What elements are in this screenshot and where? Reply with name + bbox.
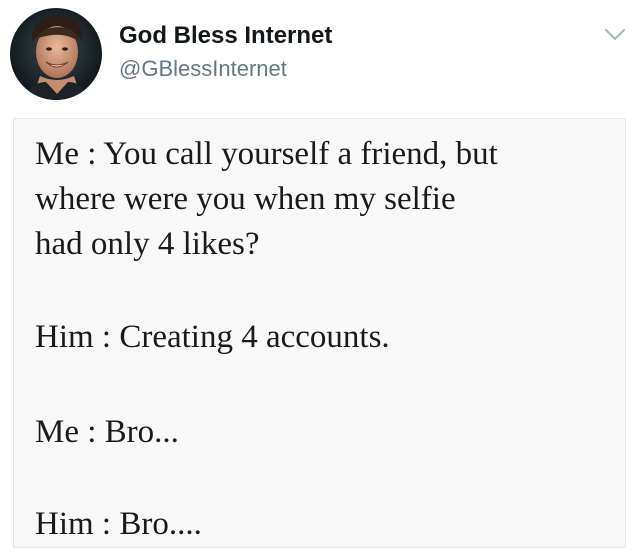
avatar[interactable] — [10, 8, 102, 100]
tweet-line: had only 4 likes? — [35, 226, 260, 262]
chevron-down-icon[interactable] — [604, 27, 626, 43]
tweet-line: Me : You call yourself a friend, but — [35, 136, 498, 172]
tweet-card: God Bless Internet @GBlessInternet Me : … — [0, 0, 640, 559]
tweet-line: where were you when my selfie — [35, 181, 456, 217]
tweet-line: Me : Bro... — [35, 414, 179, 450]
avatar-image — [10, 8, 102, 100]
tweet-line: Him : Bro.... — [35, 506, 202, 542]
author-handle[interactable]: @GBlessInternet — [119, 56, 287, 82]
tweet-line: Him : Creating 4 accounts. — [35, 319, 390, 355]
author-display-name[interactable]: God Bless Internet — [119, 22, 332, 50]
